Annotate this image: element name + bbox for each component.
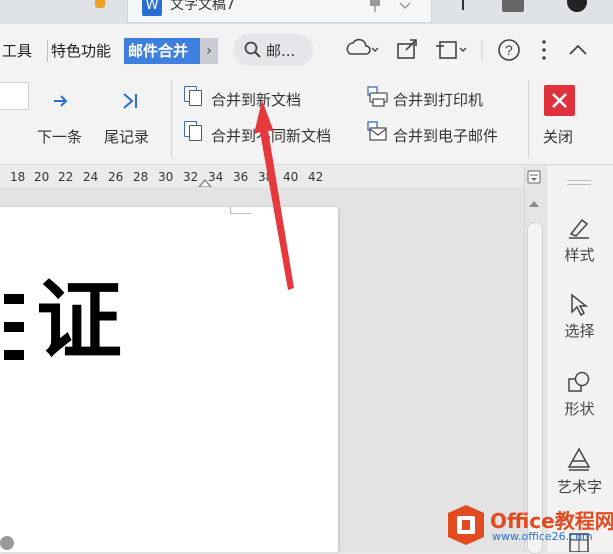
wordart-icon	[567, 447, 591, 471]
record-number-field[interactable]	[0, 82, 29, 110]
printer-icon	[367, 86, 388, 107]
new-doc-icon	[189, 90, 202, 106]
ruler-label: 28	[133, 170, 149, 184]
close-button[interactable]: 关闭	[543, 126, 573, 147]
ribbon-divider	[528, 80, 529, 158]
svg-text:?: ?	[505, 42, 513, 58]
last-record-icon	[123, 93, 137, 109]
ruler-label: 42	[308, 170, 324, 184]
tab-controls	[370, 0, 411, 12]
share-icon	[397, 39, 417, 59]
avatar	[567, 0, 587, 12]
partial-glyph	[0, 286, 24, 368]
panel-item-style[interactable]: 样式	[546, 244, 613, 265]
ruler-label: 36	[233, 170, 249, 184]
search-placeholder: 邮...	[266, 42, 296, 60]
next-record-button[interactable]: 下一条	[37, 126, 82, 147]
merge-to-printer-button[interactable]: 合并到打印机	[393, 89, 483, 110]
last-record-button[interactable]: 尾记录	[104, 126, 149, 147]
help-icon: ?	[498, 39, 520, 61]
ruler-label: 30	[158, 170, 174, 184]
document-heading-text: 证	[36, 271, 122, 371]
menu-mail-merge[interactable]: 邮件合并	[124, 38, 206, 64]
scroll-indicator-icon	[0, 536, 14, 550]
email-icon	[367, 121, 387, 141]
window-controls	[462, 0, 587, 12]
ruler-label: 26	[108, 170, 124, 184]
ruler-label: 20	[34, 170, 50, 184]
tab-indicator	[95, 0, 105, 8]
ruler-label: 24	[83, 170, 99, 184]
next-record-icon	[54, 95, 68, 107]
office-logo	[448, 505, 484, 545]
panel-item-shapes[interactable]: 形状	[546, 398, 613, 419]
pin-icon	[370, 0, 380, 12]
close-icon[interactable]	[544, 85, 576, 117]
ruler-label: 32	[183, 170, 199, 184]
collapse-ribbon-icon	[569, 44, 587, 55]
margin-marker	[230, 207, 251, 214]
layout-icon	[436, 41, 467, 59]
ribbon-divider	[171, 80, 172, 158]
more-icon	[542, 40, 546, 60]
menu-special-features[interactable]: 特色功能	[51, 40, 111, 61]
ruler-label: 22	[58, 170, 74, 184]
badge-icon	[502, 0, 524, 12]
ruler-toggle-icon[interactable]	[527, 170, 541, 184]
ruler-label: 18	[10, 170, 26, 184]
writer-doc-icon: W	[142, 0, 162, 16]
style-brush-icon	[569, 218, 589, 239]
cloud-sync-icon	[346, 38, 379, 55]
merge-to-email-button[interactable]: 合并到电子邮件	[393, 125, 498, 146]
menu-tools[interactable]: 工具	[2, 40, 32, 61]
menu-more-button[interactable]: ›	[200, 38, 218, 64]
panel-item-wordart[interactable]: 艺术字	[546, 476, 613, 497]
search-icon	[244, 41, 261, 58]
panel-grip-icon	[567, 180, 591, 181]
document-tab-title[interactable]: 文字文稿7	[170, 0, 235, 14]
select-cursor-icon	[571, 293, 589, 317]
new-docs-icon	[189, 125, 202, 141]
annotation-arrow	[254, 100, 294, 290]
shapes-icon	[568, 371, 590, 392]
scroll-up-icon[interactable]	[528, 200, 540, 208]
chevron-down-icon	[399, 2, 411, 10]
menu-divider	[47, 40, 48, 62]
watermark-url: www.office26.com	[492, 530, 593, 543]
menu-toolbar-icons: ?	[346, 38, 587, 61]
panel-item-select[interactable]: 选择	[546, 320, 613, 341]
